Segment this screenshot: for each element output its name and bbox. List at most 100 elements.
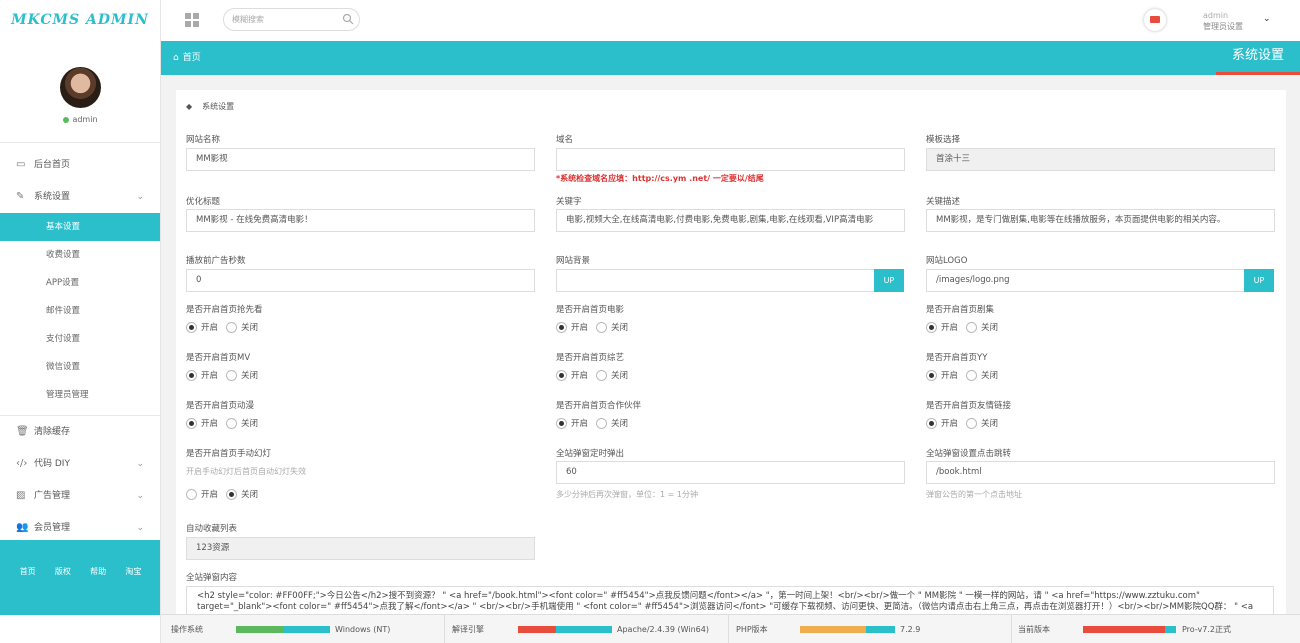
radio-on[interactable] xyxy=(186,370,197,381)
code-icon: ‹/› xyxy=(16,458,28,469)
sidebar-subitem-fees[interactable]: 收费设置 xyxy=(0,241,160,269)
sidebar: MKCMS ADMIN admin ▭ 后台首页 ✎ 系统设置 ⌄ 基本设置 收费设置… xyxy=(0,0,161,643)
radio-on-label: 开启 xyxy=(201,490,219,500)
sidebar-subitem-basic[interactable]: 基本设置 xyxy=(0,213,160,241)
version-label: 当前版本 xyxy=(1018,625,1050,634)
domain-input[interactable] xyxy=(556,148,905,171)
site-name-input[interactable]: MM影视 xyxy=(186,148,535,171)
tags-icon: ◆ xyxy=(186,102,193,111)
chevron-down-icon: ⌄ xyxy=(136,459,144,469)
sidebar-item-system-settings[interactable]: ✎ 系统设置 ⌄ xyxy=(0,181,160,213)
footer-link-help[interactable]: 帮助 xyxy=(90,566,106,577)
description-input[interactable]: MM影视，是专门做剧集,电影等在线播放服务，本页面提供电影的相关内容。 xyxy=(926,209,1275,232)
footer-link-home[interactable]: 首页 xyxy=(20,566,36,577)
radio-off[interactable] xyxy=(596,418,608,429)
domain-label: 域名 xyxy=(556,135,574,145)
radio-on-label: 开启 xyxy=(201,419,219,429)
radio-off[interactable] xyxy=(966,370,978,381)
search-input[interactable]: 模糊搜索 xyxy=(223,8,360,31)
auto-collect-select[interactable]: 123资源 xyxy=(186,537,535,560)
mail-button[interactable] xyxy=(1144,9,1166,31)
popup-link-input[interactable]: /book.html xyxy=(926,461,1275,484)
radio-on[interactable] xyxy=(926,418,937,429)
footer-link-taobao[interactable]: 淘宝 xyxy=(125,566,141,577)
popup-content-textarea[interactable]: <h2 style="color: #FF00FF;">今日公告</h2>搜不到… xyxy=(186,586,1274,614)
chevron-down-icon[interactable]: ⌄ xyxy=(1263,14,1271,24)
background-label: 网站背景 xyxy=(556,256,591,266)
footer-link-copyright[interactable]: 版权 xyxy=(55,566,71,577)
search-icon[interactable] xyxy=(342,13,354,25)
seo-title-input[interactable]: MM影视 - 在线免费高清电影！ xyxy=(186,209,535,232)
seo-title-label: 优化标题 xyxy=(186,197,221,207)
description-label: 关键描述 xyxy=(926,197,961,207)
sidebar-item-label: 广告管理 xyxy=(34,491,71,501)
radio-on[interactable] xyxy=(926,370,937,381)
toggle-label: 是否开启首页友情链接 xyxy=(926,401,1012,411)
breadcrumb-home[interactable]: 首页 xyxy=(183,53,201,63)
sidebar-item-ads[interactable]: ▨ 广告管理 ⌄ xyxy=(0,480,160,512)
radio-off[interactable] xyxy=(966,322,978,333)
breadcrumb[interactable]: ⌂ 首页 xyxy=(173,41,201,75)
radio-off[interactable] xyxy=(596,322,608,333)
sidebar-subitem-wechat[interactable]: 微信设置 xyxy=(0,353,160,381)
template-select[interactable]: 首涂十三 xyxy=(926,148,1275,171)
toggle-label: 是否开启首页合作伙伴 xyxy=(556,401,642,411)
radio-on-label: 开启 xyxy=(941,371,959,381)
keywords-input[interactable]: 电影,视频大全,在线高清电影,付费电影,免费电影,剧集,电影,在线观看,VIP高… xyxy=(556,209,905,232)
background-input[interactable] xyxy=(556,269,875,292)
radio-on[interactable] xyxy=(186,322,197,333)
engine-value: Apache/2.4.39 (Win64) xyxy=(617,625,709,634)
php-bar-rest xyxy=(866,626,895,633)
toggle-label: 是否开启首页YY xyxy=(926,353,988,363)
sidebar-subitem-admins[interactable]: 管理员管理 xyxy=(0,381,160,409)
toggle-radio-group: 开启 关闭 xyxy=(556,370,628,382)
popup-timer-input[interactable]: 60 xyxy=(556,461,905,484)
radio-on[interactable] xyxy=(186,489,197,500)
radio-on[interactable] xyxy=(556,418,567,429)
engine-bar xyxy=(518,626,556,633)
sidebar-item-dashboard[interactable]: ▭ 后台首页 xyxy=(0,149,160,181)
sidebar-item-clear-cache[interactable]: 🗑 清除缓存 xyxy=(0,416,160,448)
sidebar-subitem-app[interactable]: APP设置 xyxy=(0,269,160,297)
profile-name: admin xyxy=(72,115,98,124)
radio-off[interactable] xyxy=(226,322,238,333)
image-icon: ▨ xyxy=(16,490,26,501)
sidebar-item-code-diy[interactable]: ‹/› 代码 DIY ⌄ xyxy=(0,448,160,480)
radio-off[interactable] xyxy=(226,418,238,429)
radio-on[interactable] xyxy=(556,370,567,381)
version-value: Pro-v7.2正式 xyxy=(1182,625,1231,634)
radio-on[interactable] xyxy=(926,322,937,333)
radio-off[interactable] xyxy=(966,418,978,429)
radio-on[interactable] xyxy=(186,418,197,429)
site-logo-upload-button[interactable]: UP xyxy=(1244,269,1274,292)
popup-content-label: 全站弹窗内容 xyxy=(186,573,238,583)
radio-off-label: 关闭 xyxy=(981,323,999,333)
user-role[interactable]: 管理员设置 xyxy=(1203,21,1243,32)
site-logo-input[interactable]: /images/logo.png xyxy=(926,269,1245,292)
sidebar-item-label: 系统设置 xyxy=(34,192,71,202)
grid-icon[interactable] xyxy=(185,13,199,27)
sidebar-subitem-payment[interactable]: 支付设置 xyxy=(0,325,160,353)
radio-on[interactable] xyxy=(556,322,567,333)
auto-collect-label: 自动收藏列表 xyxy=(186,524,238,534)
background-upload-button[interactable]: UP xyxy=(874,269,904,292)
sidebar-subitem-mail[interactable]: 邮件设置 xyxy=(0,297,160,325)
os-bar-rest xyxy=(284,626,330,633)
user-name[interactable]: admin xyxy=(1203,11,1228,20)
sidebar-footer: 首页 版权 帮助 淘宝 xyxy=(0,540,160,615)
panel-title-text: 系统设置 xyxy=(202,102,235,111)
radio-off[interactable] xyxy=(226,370,238,381)
sidebar-item-label: 后台首页 xyxy=(34,160,71,170)
toggle-radio-group: 开启 关闭 xyxy=(186,418,258,430)
domain-warning: *系统检查域名应填：http://cs.ym .net/ 一定要以/结尾 xyxy=(556,174,764,183)
radio-off[interactable] xyxy=(596,370,608,381)
php-bar xyxy=(800,626,866,633)
ad-seconds-input[interactable]: 0 xyxy=(186,269,535,292)
sidebar-item-label: 代码 DIY xyxy=(34,459,70,469)
settings-panel: ◆ 系统设置 网站名称 MM影视 域名 *系统检查域名应填：http://cs.y… xyxy=(176,90,1286,614)
engine-bar-rest xyxy=(556,626,612,633)
radio-off[interactable] xyxy=(226,489,238,500)
toggle-radio-group: 开启 关闭 xyxy=(186,370,258,382)
app-logo[interactable]: MKCMS ADMIN xyxy=(0,0,160,41)
avatar[interactable] xyxy=(60,67,101,108)
